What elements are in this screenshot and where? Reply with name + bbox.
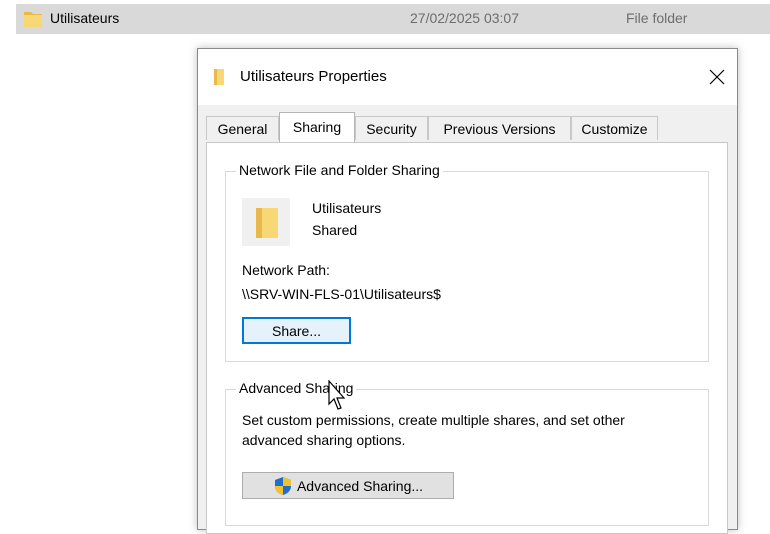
advanced-sharing-description-line1: Set custom permissions, create multiple … <box>242 412 625 428</box>
properties-dialog: Utilisateurs Properties General Sharing … <box>197 48 738 534</box>
share-status: Shared <box>312 222 358 238</box>
tab-general[interactable]: General <box>206 116 279 140</box>
advanced-sharing-button[interactable]: Advanced Sharing... <box>242 472 454 499</box>
dialog-titlebar[interactable]: Utilisateurs Properties <box>198 49 737 105</box>
network-sharing-group-title: Network File and Folder Sharing <box>236 162 443 178</box>
shared-folder-name: Utilisateurs <box>312 200 382 216</box>
network-sharing-group: Network File and Folder Sharing Utilisat… <box>225 162 709 362</box>
dialog-title: Utilisateurs Properties <box>240 68 387 85</box>
network-path-label: Network Path: <box>242 262 330 278</box>
uac-shield-icon <box>274 476 291 495</box>
file-date-modified: 27/02/2025 03:07 <box>410 10 519 26</box>
close-button[interactable] <box>703 63 731 91</box>
tab-security[interactable]: Security <box>355 116 428 140</box>
folder-icon <box>256 208 278 238</box>
advanced-sharing-description-line2: advanced sharing options. <box>242 432 406 448</box>
mouse-cursor-icon <box>328 380 346 410</box>
advanced-sharing-group: Advanced Sharing Set custom permissions,… <box>225 380 709 526</box>
folder-icon <box>24 12 42 27</box>
network-path-value: \\SRV-WIN-FLS-01\Utilisateurs$ <box>242 286 441 302</box>
tab-previous-versions[interactable]: Previous Versions <box>428 116 571 140</box>
sharing-tab-panel: Network File and Folder Sharing Utilisat… <box>206 142 728 534</box>
shared-folder-thumbnail <box>242 198 290 246</box>
tab-customize[interactable]: Customize <box>571 116 658 140</box>
share-button[interactable]: Share... <box>242 317 351 344</box>
file-type: File folder <box>626 10 688 26</box>
tab-sharing[interactable]: Sharing <box>279 112 355 142</box>
file-list-row-utilisateurs[interactable]: Utilisateurs 27/02/2025 03:07 File folde… <box>16 4 770 34</box>
close-icon <box>709 69 725 85</box>
advanced-sharing-button-label: Advanced Sharing... <box>296 477 424 494</box>
folder-icon <box>214 69 224 85</box>
file-name: Utilisateurs <box>50 10 120 26</box>
